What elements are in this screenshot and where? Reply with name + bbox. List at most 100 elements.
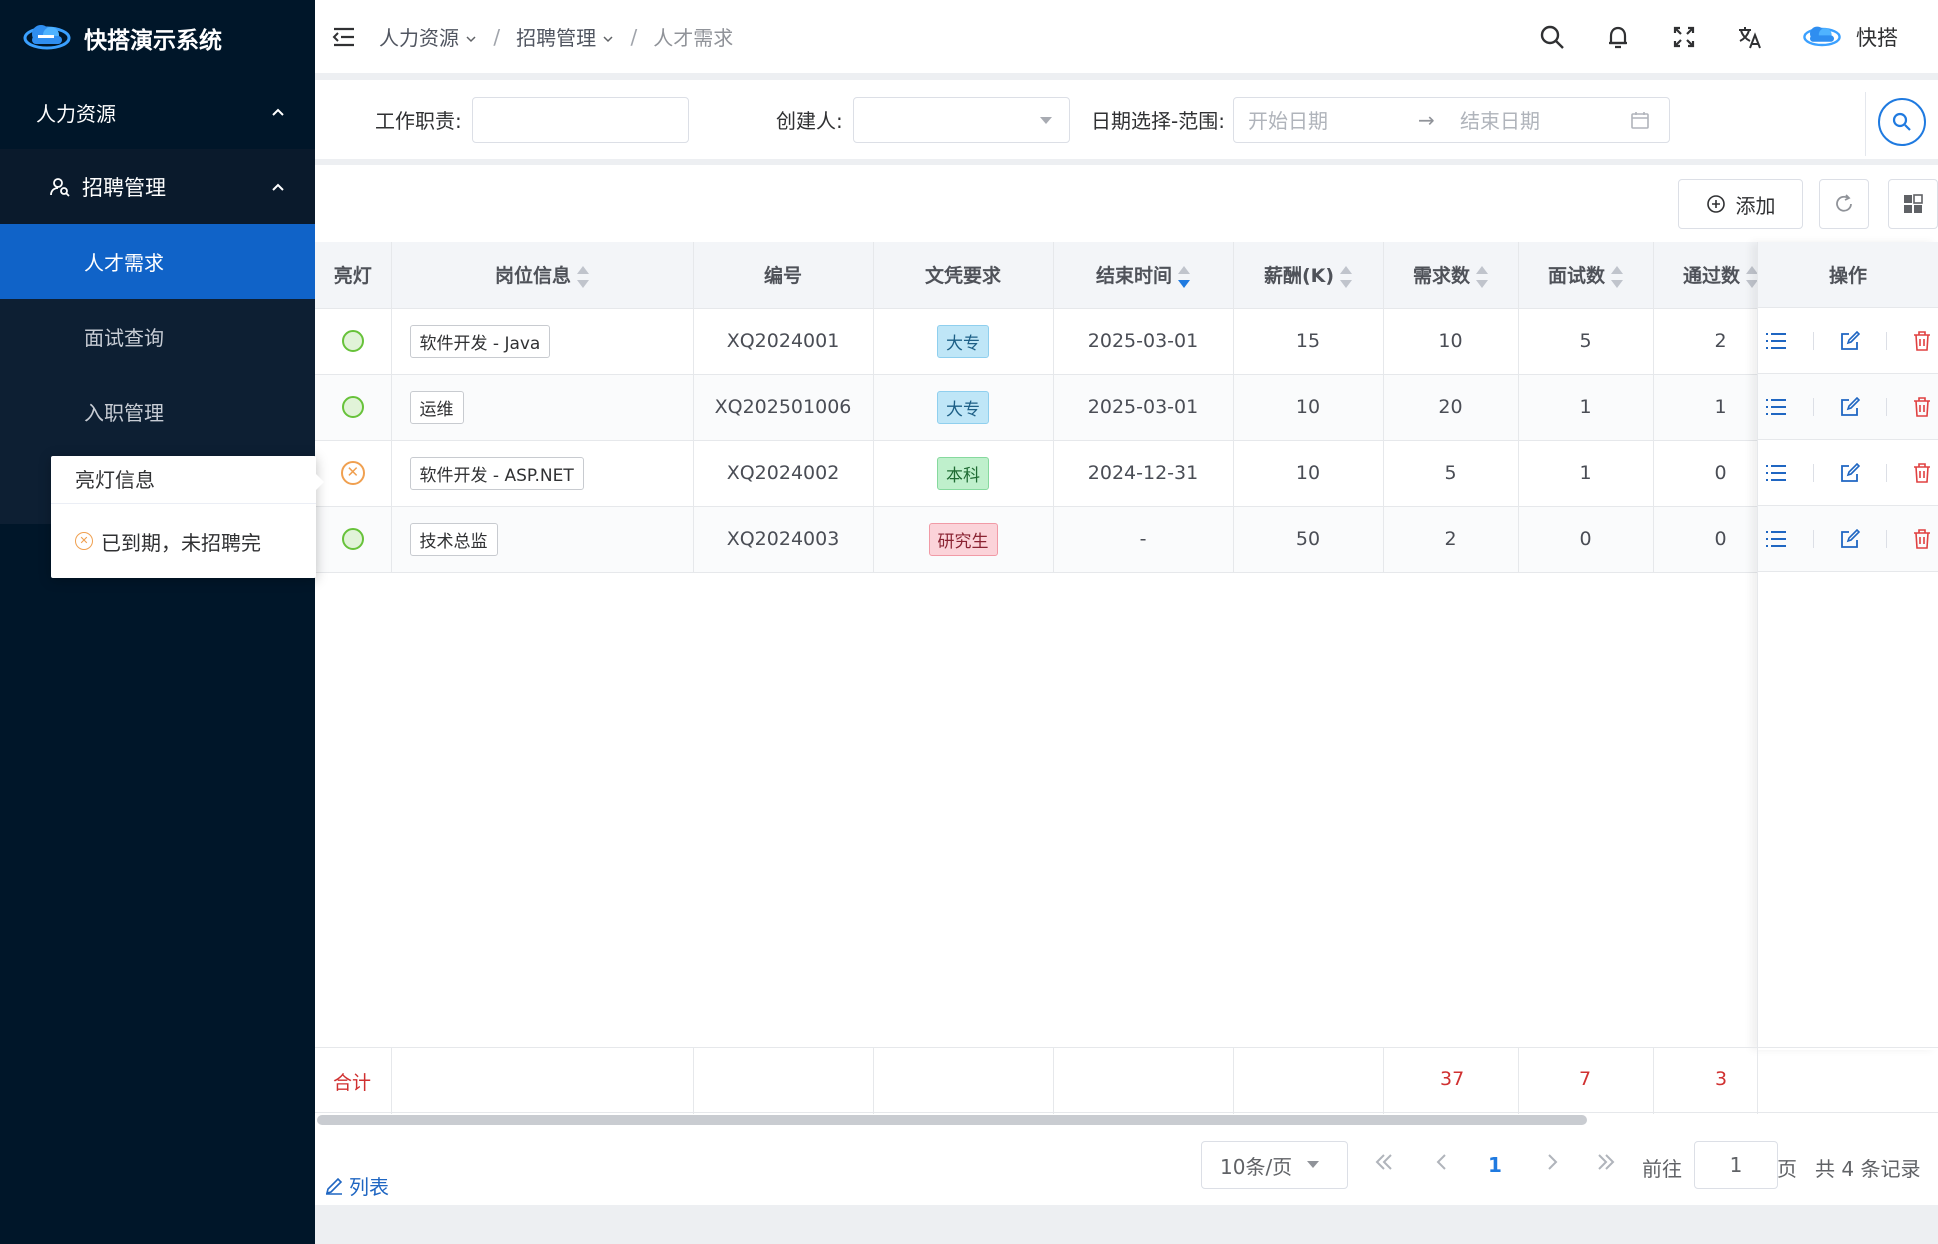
demand-cell: 2 <box>1383 506 1519 573</box>
col-demand[interactable]: 需求数 <box>1383 242 1519 309</box>
header-actions: 快搭 <box>1538 0 1898 73</box>
list-detail-icon[interactable] <box>1765 463 1787 483</box>
add-button[interactable]: 添加 <box>1678 179 1803 229</box>
next-page-icon[interactable] <box>1541 1151 1563 1173</box>
list-detail-icon[interactable] <box>1765 397 1787 417</box>
position-tag: 软件开发 - Java <box>409 324 551 358</box>
breadcrumb-item-hr[interactable]: 人力资源 <box>379 22 477 51</box>
date-start-input[interactable]: 开始日期 <box>1248 105 1418 134</box>
grid-icon <box>1904 194 1923 213</box>
table-header-row: 亮灯 岗位信息 编号 文凭要求 结束时间 薪酬(K) 需求数 面试数 通过数 <box>315 242 1789 309</box>
breadcrumb-item-current: 人才需求 <box>653 26 734 50</box>
current-page[interactable]: 1 <box>1488 1153 1502 1177</box>
end-time-cell: 2025-03-01 <box>1053 374 1234 441</box>
light-cell[interactable] <box>315 308 392 375</box>
demand-cell: 10 <box>1383 308 1519 375</box>
goto-page-input[interactable]: 1 <box>1694 1141 1778 1189</box>
filter-creator: 创建人: <box>776 96 1070 143</box>
duty-label: 工作职责: <box>375 109 462 133</box>
edit-icon[interactable] <box>1840 462 1860 483</box>
sort-icon[interactable] <box>1340 265 1353 288</box>
status-ok-icon[interactable] <box>341 528 364 551</box>
col-interview[interactable]: 面试数 <box>1518 242 1654 309</box>
first-page-icon[interactable] <box>1373 1151 1395 1173</box>
col-operations: 操作 <box>1758 242 1938 308</box>
demand-cell: 20 <box>1383 374 1519 441</box>
sidebar-item-interview-query[interactable]: 面试查询 <box>0 299 315 374</box>
refresh-icon <box>1836 194 1852 212</box>
translate-icon[interactable] <box>1736 23 1764 51</box>
end-time-cell: 2025-03-01 <box>1053 308 1234 375</box>
sidebar-item-onboarding[interactable]: 入职管理 <box>0 374 315 449</box>
add-button-label: 添加 <box>1735 193 1776 218</box>
list-view-link[interactable]: 列表 <box>325 1171 389 1200</box>
light-cell[interactable] <box>315 506 392 573</box>
col-end-time[interactable]: 结束时间 <box>1053 242 1234 309</box>
menu-fold-icon[interactable] <box>331 24 357 50</box>
edit-icon[interactable] <box>1840 396 1860 417</box>
pagination: 10条/页 1 前往 1 页 共 4 条记录 <box>315 1141 1938 1191</box>
bell-icon[interactable] <box>1604 23 1632 51</box>
last-page-icon[interactable] <box>1595 1151 1617 1173</box>
breadcrumb-item-recruit[interactable]: 招聘管理 <box>516 22 614 51</box>
horizontal-scrollbar[interactable] <box>317 1115 1587 1125</box>
fullscreen-icon[interactable] <box>1670 23 1698 51</box>
col-code: 编号 <box>693 242 874 309</box>
date-end-input[interactable]: 结束日期 <box>1460 105 1630 134</box>
position-tag: 运维 <box>409 390 464 424</box>
sort-icon[interactable] <box>1611 265 1623 288</box>
col-position[interactable]: 岗位信息 <box>391 242 694 309</box>
refresh-button[interactable] <box>1819 179 1869 229</box>
menu-group-hr[interactable]: 人力资源 <box>0 75 315 149</box>
edit-icon[interactable] <box>1840 330 1860 351</box>
avatar <box>1803 26 1841 46</box>
delete-icon[interactable] <box>1913 396 1931 417</box>
app-logo[interactable]: 快搭演示系统 <box>0 0 315 75</box>
status-ok-icon[interactable] <box>341 396 364 419</box>
caret-down-icon <box>1307 1161 1320 1168</box>
delete-icon[interactable] <box>1913 330 1931 351</box>
caret-down-icon <box>1039 116 1052 124</box>
interview-cell: 0 <box>1518 506 1654 573</box>
interview-cell: 1 <box>1518 440 1654 507</box>
delete-icon[interactable] <box>1913 462 1931 483</box>
date-range-picker[interactable]: 开始日期 → 结束日期 <box>1232 96 1670 143</box>
list-detail-icon[interactable] <box>1765 331 1787 351</box>
creator-select[interactable] <box>852 96 1070 143</box>
col-light: 亮灯 <box>315 242 392 309</box>
light-cell[interactable] <box>315 374 392 441</box>
table-row: 软件开发 - Java XQ2024001 大专 2025-03-01 15 1… <box>315 308 1789 375</box>
col-salary[interactable]: 薪酬(K) <box>1233 242 1384 309</box>
status-expired-icon[interactable]: ✕ <box>340 461 365 485</box>
summary-passed: 3 <box>1715 1068 1728 1090</box>
salary-cell: 10 <box>1233 374 1384 441</box>
menu-submenu-recruit[interactable]: 招聘管理 <box>0 149 315 224</box>
breadcrumb-separator: / <box>493 24 501 49</box>
date-arrow: → <box>1417 107 1435 132</box>
duty-input[interactable] <box>471 96 689 143</box>
prev-page-icon[interactable] <box>1431 1151 1453 1173</box>
row-actions <box>1758 308 1938 374</box>
user-menu[interactable]: 快搭 <box>1802 22 1898 52</box>
sort-icon[interactable] <box>1476 265 1488 288</box>
search-button[interactable] <box>1878 98 1926 146</box>
sort-icon[interactable] <box>577 265 589 288</box>
sidebar-item-talent-demand[interactable]: 人才需求 <box>0 224 315 299</box>
light-cell[interactable]: ✕ <box>315 440 392 507</box>
page-size-select[interactable]: 10条/页 <box>1201 1141 1348 1189</box>
sort-icon[interactable] <box>1178 265 1190 288</box>
delete-icon[interactable] <box>1913 528 1931 549</box>
edit-icon[interactable] <box>1840 528 1860 549</box>
education-badge: 大专 <box>937 324 989 358</box>
search-icon[interactable] <box>1538 23 1566 51</box>
list-detail-icon[interactable] <box>1765 529 1787 549</box>
table-row: 技术总监 XQ2024003 研究生 - 50 2 0 0 <box>315 506 1789 573</box>
menu-group-label: 人力资源 <box>36 101 116 126</box>
sidebar: 快搭演示系统 人力资源 招聘管理 人才需求 面试查询 入职管理 <box>0 0 315 1244</box>
education-badge: 大专 <box>937 390 989 424</box>
column-settings-button[interactable] <box>1888 179 1938 229</box>
status-ok-icon[interactable] <box>341 330 364 353</box>
chevron-down-icon <box>603 36 613 43</box>
search-icon <box>1892 112 1911 131</box>
filter-bar: 工作职责: 创建人: 日期选择-范围: 开始日期 → 结束日期 <box>315 73 1938 159</box>
